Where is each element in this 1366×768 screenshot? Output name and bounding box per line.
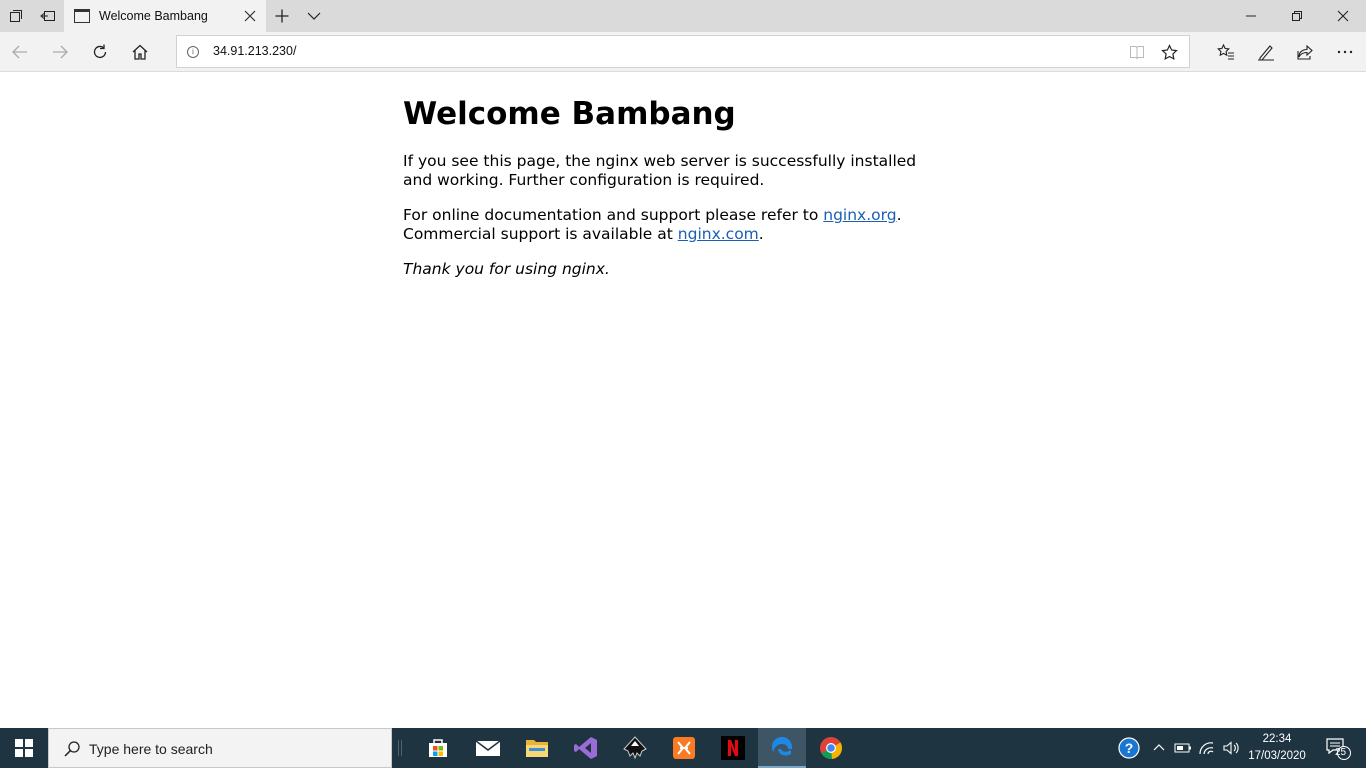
action-center-icon[interactable]: 25 bbox=[1318, 728, 1358, 768]
page-heading: Welcome Bambang bbox=[403, 96, 736, 132]
thanks-message: Thank you for using nginx. bbox=[403, 260, 943, 279]
favorite-star-icon[interactable] bbox=[1161, 44, 1178, 65]
volume-icon[interactable] bbox=[1220, 728, 1242, 768]
home-icon[interactable] bbox=[124, 36, 156, 68]
inkscape-icon[interactable] bbox=[611, 728, 659, 768]
help-icon[interactable]: ? bbox=[1114, 728, 1144, 768]
file-explorer-icon[interactable] bbox=[513, 728, 561, 768]
taskbar-search-box[interactable]: Type here to search bbox=[48, 728, 392, 768]
web-note-pen-icon[interactable] bbox=[1250, 36, 1282, 68]
web-page: Welcome Bambang If you see this page, th… bbox=[0, 73, 1366, 728]
page-content: Welcome Bambang If you see this page, th… bbox=[403, 95, 943, 295]
more-options-icon[interactable] bbox=[1329, 36, 1361, 68]
share-icon[interactable] bbox=[1289, 36, 1321, 68]
visual-studio-icon[interactable] bbox=[562, 728, 610, 768]
chrome-icon[interactable] bbox=[807, 728, 855, 768]
clock-time: 22:34 bbox=[1262, 733, 1292, 745]
set-tabs-aside-icon[interactable] bbox=[32, 0, 64, 32]
refresh-icon[interactable] bbox=[84, 36, 116, 68]
svg-text:?: ? bbox=[1125, 740, 1134, 756]
commercial-text: Commercial support is available at bbox=[403, 225, 678, 243]
netflix-icon[interactable] bbox=[709, 728, 757, 768]
documentation-message: For online documentation and support ple… bbox=[403, 206, 943, 244]
new-tab-icon[interactable] bbox=[266, 0, 298, 32]
nginx-com-link[interactable]: nginx.com bbox=[678, 225, 759, 243]
xampp-icon[interactable] bbox=[660, 728, 708, 768]
search-icon bbox=[63, 740, 81, 762]
forward-arrow-icon[interactable] bbox=[44, 36, 76, 68]
minimize-icon[interactable] bbox=[1228, 0, 1274, 32]
commercial-period: . bbox=[758, 225, 764, 243]
thanks-text: Thank you for using nginx. bbox=[403, 260, 610, 278]
edge-icon[interactable] bbox=[758, 728, 806, 768]
docs-text: For online documentation and support ple… bbox=[403, 206, 824, 224]
store-icon[interactable] bbox=[414, 728, 462, 768]
system-clock[interactable]: 22:34 17/03/2020 bbox=[1244, 731, 1310, 765]
title-bar: Welcome Bambang bbox=[0, 0, 1366, 32]
close-window-icon[interactable] bbox=[1320, 0, 1366, 32]
show-hidden-icons-chevron-up-icon[interactable] bbox=[1148, 728, 1170, 768]
taskbar-divider bbox=[398, 740, 402, 756]
favorites-hub-icon[interactable] bbox=[1210, 36, 1242, 68]
tab-active[interactable]: Welcome Bambang bbox=[64, 0, 266, 32]
restore-icon[interactable] bbox=[1274, 0, 1320, 32]
tab-title: Welcome Bambang bbox=[99, 9, 208, 23]
battery-icon[interactable] bbox=[1172, 728, 1194, 768]
site-info-icon[interactable]: i bbox=[187, 46, 199, 58]
navigation-bar: i 34.91.213.230/ bbox=[0, 32, 1366, 72]
back-arrow-icon[interactable] bbox=[4, 36, 36, 68]
address-bar[interactable]: i 34.91.213.230/ bbox=[176, 35, 1190, 68]
url-text[interactable]: 34.91.213.230/ bbox=[213, 44, 296, 58]
reading-view-icon[interactable] bbox=[1129, 44, 1145, 64]
wifi-icon[interactable] bbox=[1196, 728, 1220, 768]
tab-actions-icon[interactable] bbox=[0, 0, 32, 32]
windows-start-icon[interactable] bbox=[0, 728, 48, 768]
page-icon bbox=[74, 9, 90, 23]
close-tab-icon[interactable] bbox=[242, 8, 258, 24]
tab-preview-chevron-down-icon[interactable] bbox=[298, 0, 330, 32]
search-placeholder: Type here to search bbox=[89, 741, 213, 757]
taskbar: Type here to search ? 22:34 17/03/2020 2… bbox=[0, 728, 1366, 768]
clock-date: 17/03/2020 bbox=[1248, 750, 1306, 762]
nginx-org-link[interactable]: nginx.org bbox=[823, 206, 896, 224]
install-message: If you see this page, the nginx web serv… bbox=[403, 152, 917, 189]
mail-icon[interactable] bbox=[464, 728, 512, 768]
notification-count-badge: 25 bbox=[1335, 747, 1347, 758]
docs-period: . bbox=[896, 206, 902, 224]
